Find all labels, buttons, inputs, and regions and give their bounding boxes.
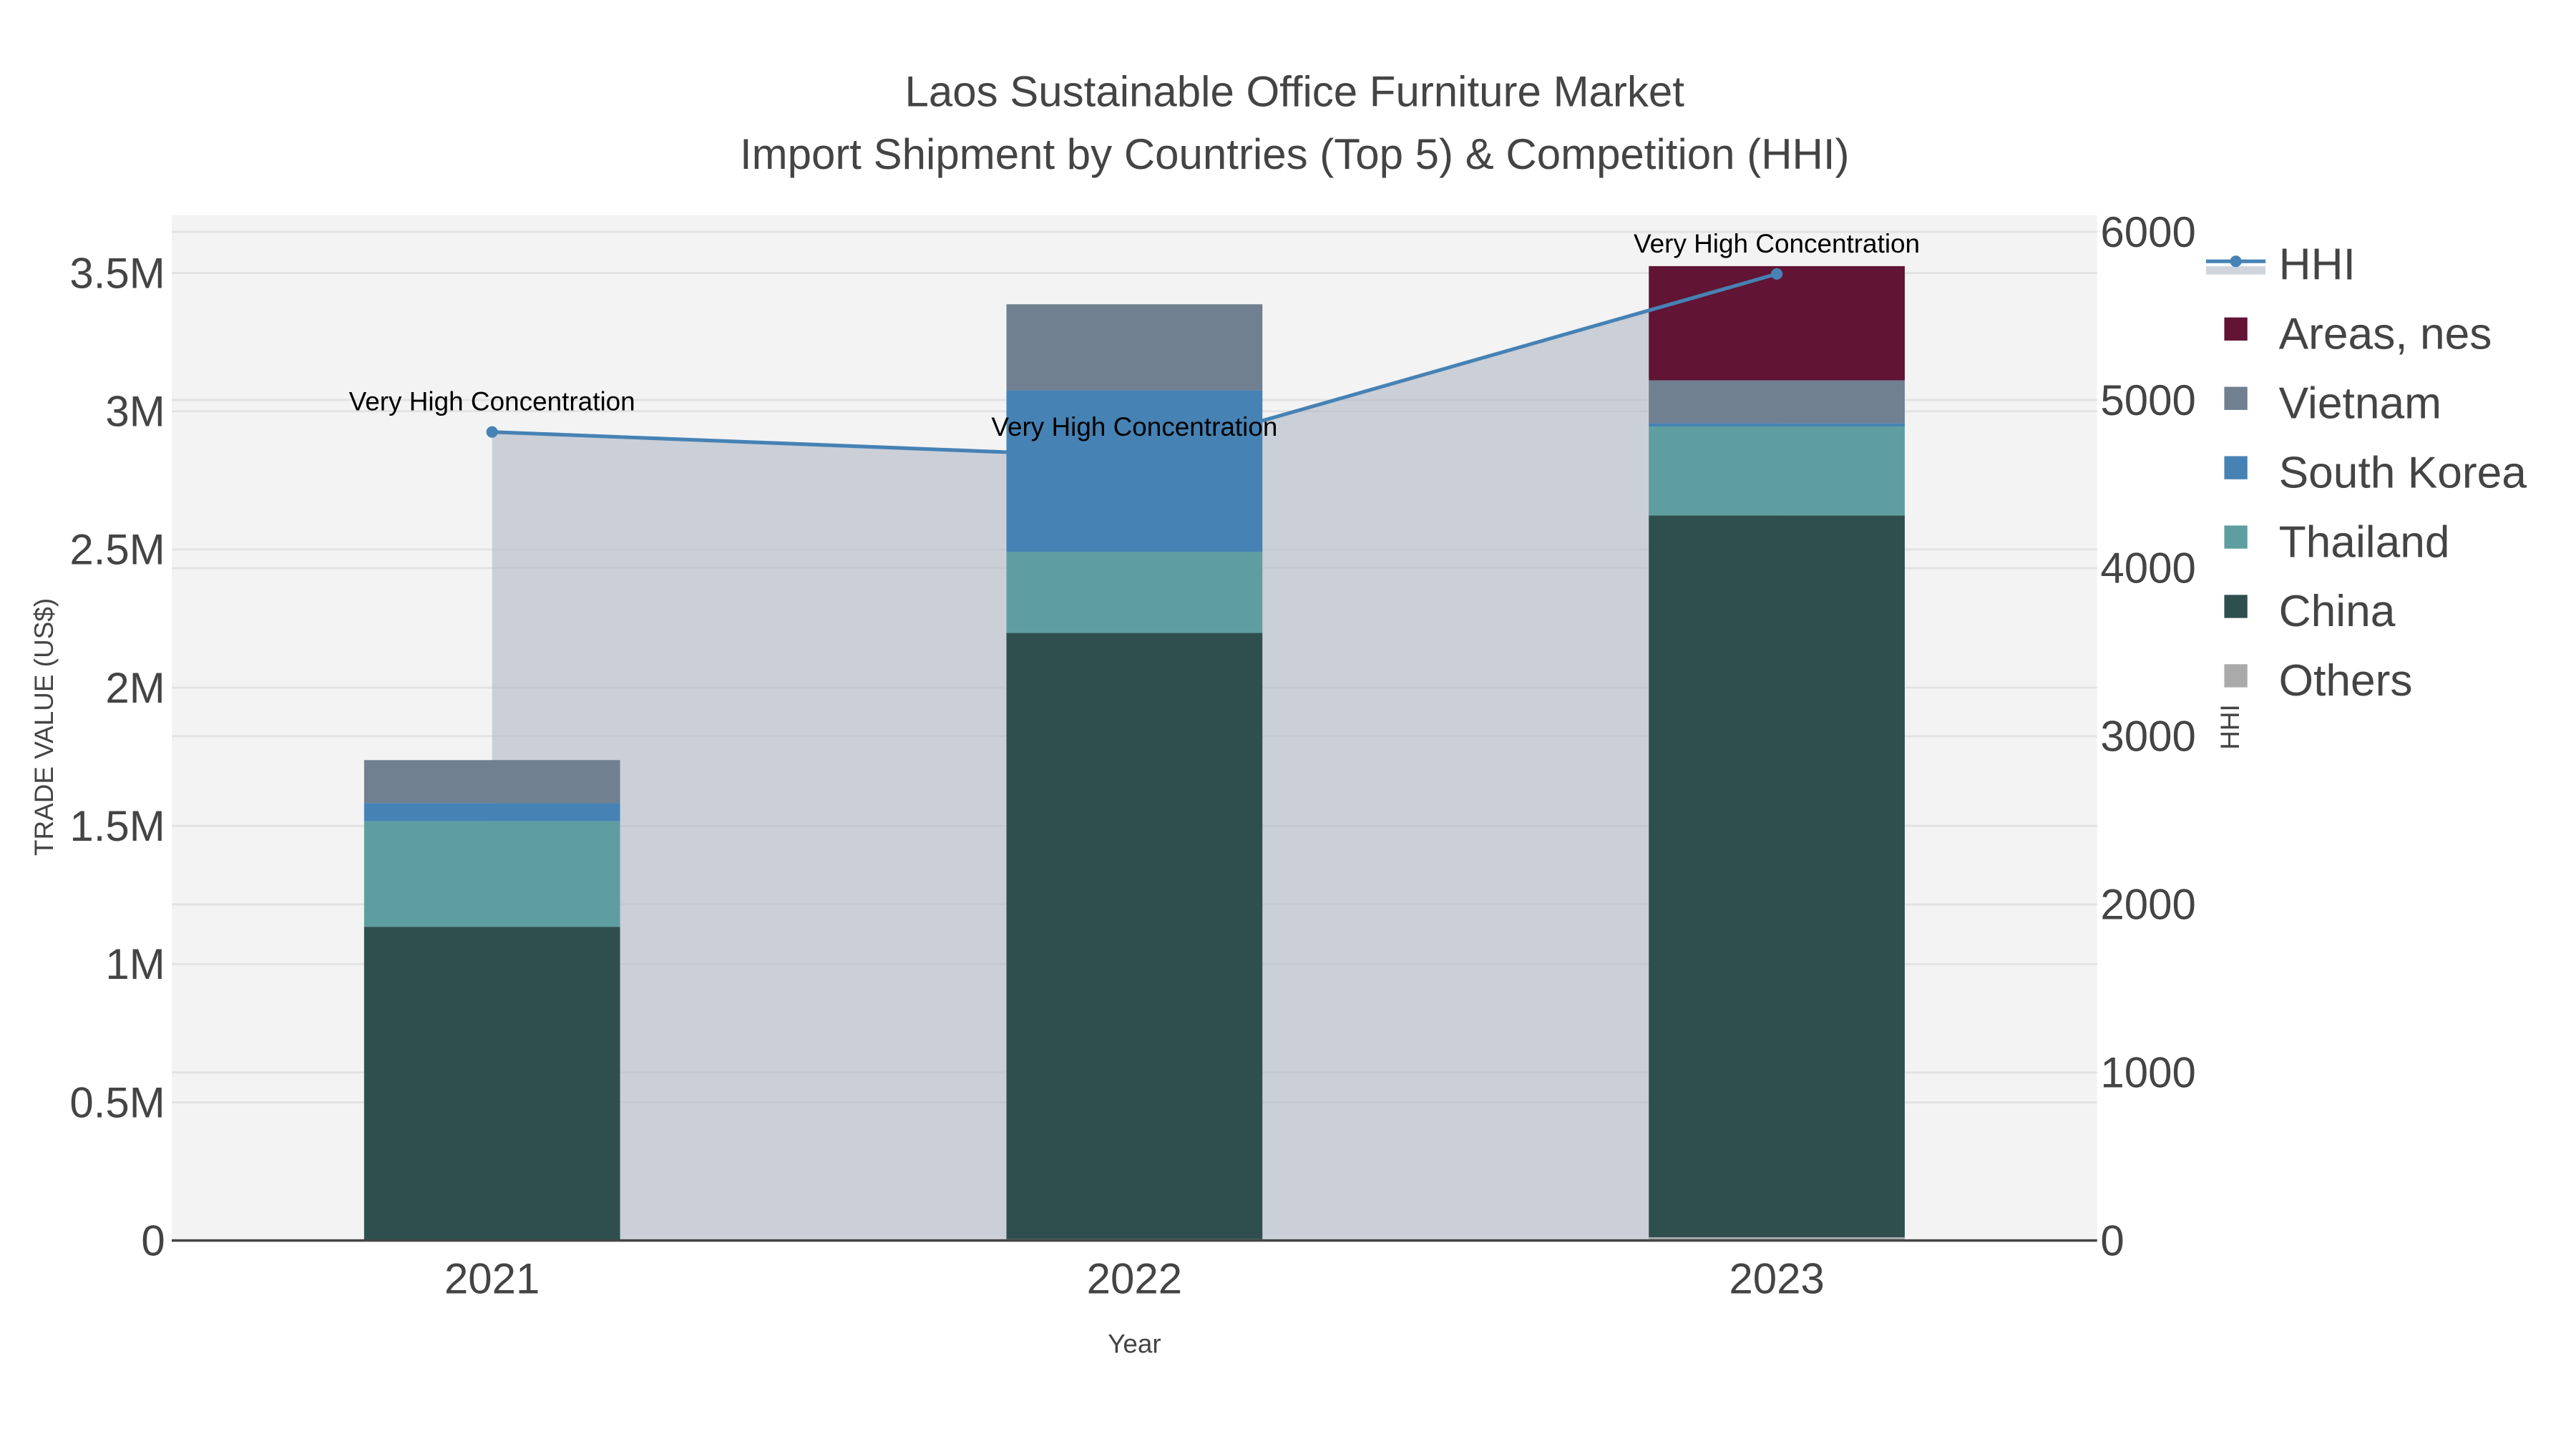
chart: Laos Sustainable Office Furniture Market… <box>29 67 2527 1359</box>
legend-item[interactable]: Vietnam <box>2279 379 2441 428</box>
y-tick-label: 1.5M <box>69 802 165 850</box>
bar-south-korea-2023[interactable] <box>1649 423 1905 426</box>
x-axis-title: Year <box>1108 1330 1161 1359</box>
y-tick-label: 3.5M <box>69 249 165 297</box>
bar-thailand-2023[interactable] <box>1649 426 1905 516</box>
y-tick-label: 2.5M <box>69 526 165 574</box>
hhi-point[interactable] <box>1771 268 1783 280</box>
legend-item[interactable]: South Korea <box>2279 448 2527 497</box>
y-tick-label: 1M <box>105 940 165 988</box>
chart-title: Laos Sustainable Office Furniture Market <box>905 67 1685 115</box>
x-tick-label: 2023 <box>1729 1255 1824 1303</box>
legend-item[interactable]: HHI <box>2279 240 2356 290</box>
legend-item[interactable]: Areas, nes <box>2279 309 2492 358</box>
x-tick-label: 2022 <box>1087 1255 1182 1303</box>
y-tick-label: 0.5M <box>69 1078 165 1126</box>
legend-item[interactable]: Thailand <box>2279 517 2450 567</box>
bar-china-2021[interactable] <box>364 927 620 1241</box>
bar-china-2023[interactable] <box>1649 515 1905 1238</box>
legend-swatch <box>2224 386 2248 410</box>
legend-hhi-marker <box>2230 255 2242 268</box>
bar-china-2022[interactable] <box>1006 633 1263 1239</box>
bar-thailand-2022[interactable] <box>1006 552 1263 633</box>
bar-vietnam-2023[interactable] <box>1649 380 1905 424</box>
y2-tick-label: 0 <box>2100 1216 2124 1264</box>
legend-swatch <box>2224 456 2248 479</box>
bar-areas-nes-2023[interactable] <box>1649 265 1905 381</box>
y2-tick-label: 1000 <box>2100 1049 2195 1097</box>
bar-vietnam-2021[interactable] <box>364 760 620 804</box>
y2-tick-label: 5000 <box>2100 376 2195 424</box>
legend-swatch <box>2224 525 2248 549</box>
y2-tick-label: 4000 <box>2100 545 2195 592</box>
legend-item[interactable]: China <box>2279 587 2396 636</box>
y2-tick-label: 2000 <box>2100 881 2195 929</box>
y-tick-label: 3M <box>105 387 165 435</box>
y-tick-label: 0 <box>141 1216 165 1264</box>
legend-item[interactable]: Others <box>2279 656 2413 706</box>
legend-hhi-swatch <box>2206 266 2266 275</box>
chart-subtitle: Import Shipment by Countries (Top 5) & C… <box>740 130 1850 178</box>
y2-tick-label: 6000 <box>2100 208 2195 256</box>
hhi-point[interactable] <box>486 426 498 438</box>
y-tick-label: 2M <box>105 664 165 712</box>
legend-swatch <box>2224 664 2248 688</box>
hhi-annotation: Very High Concentration <box>349 387 635 416</box>
y-axis-title: TRADE VALUE (US$) <box>29 598 59 856</box>
bar-thailand-2021[interactable] <box>364 821 620 927</box>
hhi-annotation: Very High Concentration <box>991 412 1277 441</box>
legend-swatch <box>2224 317 2248 341</box>
y2-axis-title: HHI <box>2215 704 2245 750</box>
y2-tick-label: 3000 <box>2100 713 2195 761</box>
hhi-annotation: Very High Concentration <box>1634 229 1920 258</box>
bar-south-korea-2021[interactable] <box>364 803 620 821</box>
hhi-point[interactable] <box>1128 451 1141 463</box>
legend-swatch <box>2224 595 2248 618</box>
bar-vietnam-2022[interactable] <box>1006 304 1263 391</box>
x-tick-label: 2021 <box>444 1255 540 1303</box>
